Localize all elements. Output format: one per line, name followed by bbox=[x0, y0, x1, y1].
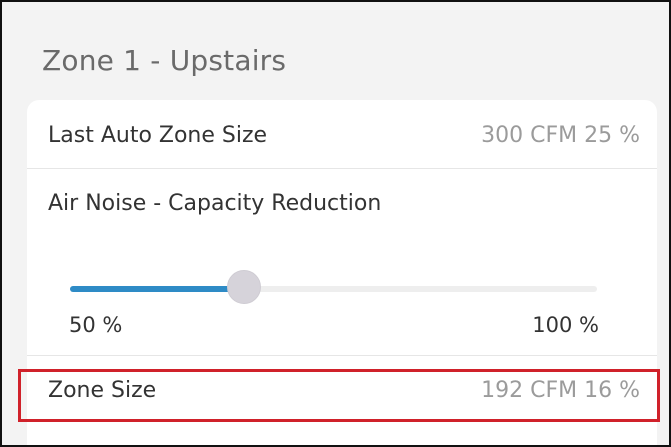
last-auto-zone-size-label: Last Auto Zone Size bbox=[48, 123, 268, 148]
air-noise-min-label: 50 % bbox=[69, 313, 123, 337]
air-noise-max-label: 100 % bbox=[532, 313, 599, 337]
air-noise-label: Air Noise - Capacity Reduction bbox=[48, 191, 382, 216]
zone-size-highlight-box bbox=[18, 369, 660, 422]
air-noise-row: Air Noise - Capacity Reduction 50 % 100 … bbox=[27, 169, 657, 356]
zone-panel: Zone 1 - Upstairs Last Auto Zone Size 30… bbox=[0, 0, 671, 447]
zone-title: Zone 1 - Upstairs bbox=[42, 44, 287, 77]
last-auto-zone-size-row: Last Auto Zone Size 300 CFM 25 % bbox=[27, 100, 657, 169]
last-auto-zone-size-value: 300 CFM 25 % bbox=[481, 123, 640, 148]
air-noise-slider-fill bbox=[70, 286, 244, 292]
air-noise-slider-track[interactable] bbox=[70, 286, 597, 292]
air-noise-slider-thumb[interactable] bbox=[226, 270, 261, 304]
